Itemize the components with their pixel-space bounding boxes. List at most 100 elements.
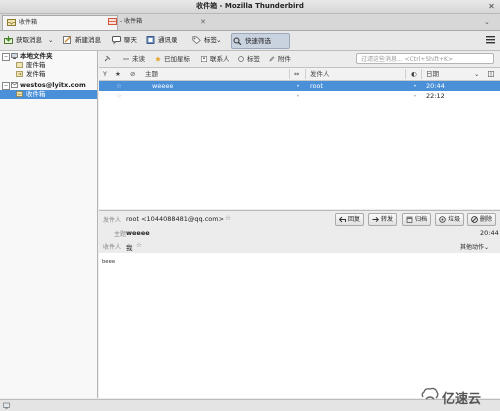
folder-outbox[interactable]: 发件箱 xyxy=(0,70,97,79)
get-messages-label: 获取消息 xyxy=(16,36,42,44)
tab-overflow-chevron-icon[interactable]: ⌄ xyxy=(484,18,490,26)
folder-label: 本地文件夹 xyxy=(20,52,53,60)
pin-icon[interactable] xyxy=(104,55,111,62)
watermark-cloud-icon xyxy=(421,387,439,400)
filter-starred[interactable]: 已加星标 xyxy=(155,53,190,65)
unread-dot-icon xyxy=(123,58,129,60)
folder-inbox[interactable]: 收件箱 xyxy=(0,90,97,99)
quick-filter-bar: 未读 已加星标 联系人 标签 附件 过滤这些消息... <Ctrl+Shift+… xyxy=(99,51,500,68)
chat-icon xyxy=(112,36,121,44)
to-value[interactable]: 我 xyxy=(126,242,133,252)
archive-label: 归档 xyxy=(415,216,428,223)
collapse-twisty-icon[interactable]: − xyxy=(2,82,10,90)
forward-arrow-icon xyxy=(372,216,379,223)
folder-tab-icon xyxy=(108,18,117,25)
folder-account[interactable]: − westos@lyitx.com xyxy=(0,81,97,90)
message-sender: root xyxy=(310,82,324,90)
filter-label: 标签 xyxy=(247,55,260,63)
collapse-twisty-icon[interactable]: − xyxy=(2,53,10,61)
add-contact-star-icon[interactable]: ☆ xyxy=(225,214,231,222)
hamburger-menu-icon[interactable] xyxy=(486,35,495,44)
star-column-icon[interactable]: ★ xyxy=(115,68,121,80)
tab-inbox-2[interactable]: - 收件箱 ✕ xyxy=(104,15,210,29)
online-status-icon[interactable] xyxy=(3,402,10,409)
tag-icon xyxy=(238,56,244,62)
junk-column-icon[interactable]: ◐ xyxy=(411,68,417,80)
tag-icon xyxy=(192,36,201,44)
attachment-column-icon[interactable]: ⊘ xyxy=(130,68,135,80)
window-titlebar: 收件箱 - Mozilla Thunderbird xyxy=(0,0,500,14)
message-date: 20:44 xyxy=(426,82,445,90)
forward-button[interactable]: 转发 xyxy=(368,213,398,226)
inbox-icon xyxy=(16,91,23,97)
address-book-label: 通讯录 xyxy=(158,36,178,44)
junk-dot-icon[interactable]: • xyxy=(413,81,417,91)
pencil-icon xyxy=(63,36,71,44)
sender-column-header[interactable]: 发件人 xyxy=(310,68,330,80)
read-dot-icon[interactable]: • xyxy=(296,81,300,91)
filter-tags[interactable]: 标签 xyxy=(238,53,260,65)
get-messages-dropdown-icon[interactable]: ⌄ xyxy=(48,33,53,47)
read-column-icon[interactable]: ⇔ xyxy=(294,68,299,80)
message-body-pane: beee xyxy=(99,253,500,398)
more-actions-dropdown-icon: ⌄ xyxy=(484,244,490,251)
new-message-button[interactable]: 新建消息 xyxy=(62,33,118,47)
mail-account-icon xyxy=(11,82,18,88)
message-header: 发件人 root <1044088481@qq.com> ☆ 回复 转发 归档 … xyxy=(99,210,500,254)
folder-label: 发件箱 xyxy=(26,70,46,78)
column-divider xyxy=(289,69,290,79)
message-time: 20:44 xyxy=(480,229,499,237)
sort-descending-icon[interactable]: ⌄ xyxy=(474,68,479,80)
folder-local-folders[interactable]: − 本地文件夹 xyxy=(0,52,97,61)
filter-label: 未读 xyxy=(132,55,145,63)
junk-label: 垃圾 xyxy=(448,216,461,223)
tag-dropdown-icon[interactable]: ⌄ xyxy=(216,33,221,47)
get-messages-button[interactable]: 获取消息 ⌄ xyxy=(3,33,70,47)
junk-button[interactable]: 垃圾 xyxy=(435,213,465,226)
folder-trash[interactable]: 废件箱 xyxy=(0,61,97,70)
watermark-logo: 亿速云 xyxy=(420,386,494,407)
add-contact-star-icon[interactable]: ☆ xyxy=(136,241,142,249)
filter-label: 已加星标 xyxy=(164,55,190,63)
quick-filter-button[interactable]: 快速筛选 xyxy=(231,33,290,49)
junk-dot-icon[interactable]: • xyxy=(413,91,417,101)
filter-contacts[interactable]: 联系人 xyxy=(201,53,230,65)
archive-icon xyxy=(406,216,413,223)
folder-label: westos@lyitx.com xyxy=(20,81,86,89)
address-book-button[interactable]: 通讯录 xyxy=(145,33,196,47)
thread-column-header: Y ★ ⊘ 主题 ⇔ 发件人 ◐ 日期 ⌄ xyxy=(99,68,500,81)
main-toolbar: 获取消息 ⌄ 新建消息 聊天 通讯录 标签 ⌄ 快速筛选 xyxy=(0,31,500,51)
quick-filter-search-input[interactable]: 过滤这些消息... <Ctrl+Shift+K> xyxy=(356,53,494,64)
computer-icon xyxy=(11,53,18,59)
tab-strip: 收件箱 ✕ - 收件箱 ✕ xyxy=(0,14,500,31)
paperclip-icon xyxy=(269,56,275,62)
window-close-button[interactable]: ✕ xyxy=(487,2,496,11)
from-label: 发件人 xyxy=(103,217,122,224)
reply-button[interactable]: 回复 xyxy=(335,213,365,226)
read-dot-icon[interactable]: • xyxy=(296,91,300,101)
star-toggle-icon[interactable]: ☆ xyxy=(116,81,122,91)
column-picker-icon[interactable] xyxy=(488,71,494,77)
thread-column-icon[interactable]: Y xyxy=(103,68,107,80)
tab-close-icon[interactable]: ✕ xyxy=(200,15,206,29)
from-value[interactable]: root <1044088481@qq.com> xyxy=(126,215,224,223)
magnifier-icon xyxy=(233,37,242,45)
filter-attachments[interactable]: 附件 xyxy=(269,53,291,65)
message-row[interactable]: ☆ weeee • root • 20:44 xyxy=(99,81,500,91)
subject-value: weeee xyxy=(126,229,150,237)
date-column-header[interactable]: 日期 xyxy=(426,68,439,80)
delete-label: 删除 xyxy=(480,216,493,223)
outbox-icon xyxy=(16,71,23,77)
column-divider xyxy=(405,69,406,79)
message-subject: weeee xyxy=(152,82,174,90)
new-message-label: 新建消息 xyxy=(75,36,101,44)
message-row[interactable]: ☆ • • 22:12 xyxy=(99,91,500,101)
subject-column-header[interactable]: 主题 xyxy=(145,68,158,80)
filter-unread[interactable]: 未读 xyxy=(123,53,145,65)
quick-filter-label: 快速筛选 xyxy=(245,37,271,45)
delete-button[interactable]: 删除 xyxy=(467,213,497,226)
more-actions-button[interactable]: 其他动作⌄ xyxy=(460,242,489,251)
star-toggle-icon[interactable]: ☆ xyxy=(116,91,122,101)
archive-button[interactable]: 归档 xyxy=(402,213,432,226)
tab-inbox[interactable]: 收件箱 ✕ xyxy=(2,15,118,30)
